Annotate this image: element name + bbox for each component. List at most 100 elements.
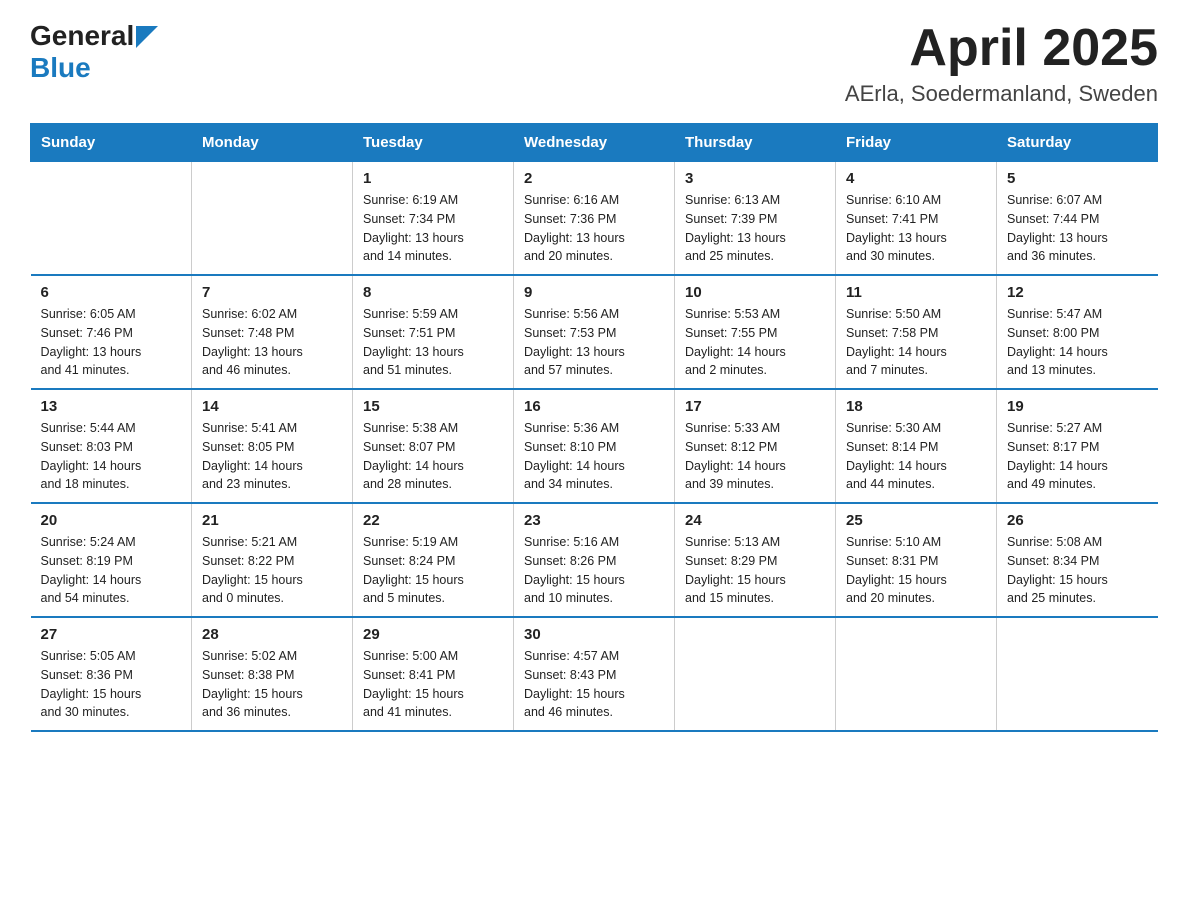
calendar-cell: 5 Sunrise: 6:07 AM Sunset: 7:44 PM Daylig… <box>997 162 1158 276</box>
day-info: Sunrise: 5:56 AM Sunset: 7:53 PM Dayligh… <box>524 305 664 380</box>
day-number: 26 <box>1007 512 1148 529</box>
day-number: 29 <box>363 626 503 643</box>
day-number: 27 <box>41 626 182 643</box>
day-info: Sunrise: 5:02 AM Sunset: 8:38 PM Dayligh… <box>202 647 342 722</box>
day-number: 6 <box>41 284 182 301</box>
title-block: April 2025 AErla, Soedermanland, Sweden <box>845 20 1158 107</box>
calendar-cell: 17 Sunrise: 5:33 AM Sunset: 8:12 PM Dayli… <box>675 389 836 503</box>
day-number: 10 <box>685 284 825 301</box>
calendar-cell <box>192 162 353 276</box>
day-number: 22 <box>363 512 503 529</box>
calendar-header-row: SundayMondayTuesdayWednesdayThursdayFrid… <box>31 124 1158 162</box>
column-header-monday: Monday <box>192 124 353 162</box>
day-number: 16 <box>524 398 664 415</box>
day-info: Sunrise: 5:41 AM Sunset: 8:05 PM Dayligh… <box>202 419 342 494</box>
day-number: 11 <box>846 284 986 301</box>
calendar-table: SundayMondayTuesdayWednesdayThursdayFrid… <box>30 123 1158 732</box>
day-number: 23 <box>524 512 664 529</box>
calendar-cell: 9 Sunrise: 5:56 AM Sunset: 7:53 PM Daylig… <box>514 275 675 389</box>
logo-triangle-icon <box>136 26 158 48</box>
day-info: Sunrise: 5:27 AM Sunset: 8:17 PM Dayligh… <box>1007 419 1148 494</box>
day-info: Sunrise: 5:00 AM Sunset: 8:41 PM Dayligh… <box>363 647 503 722</box>
day-number: 20 <box>41 512 182 529</box>
day-number: 18 <box>846 398 986 415</box>
calendar-cell: 23 Sunrise: 5:16 AM Sunset: 8:26 PM Dayli… <box>514 503 675 617</box>
calendar-cell <box>997 617 1158 731</box>
calendar-week-row: 1Sunrise: 6:19 AM Sunset: 7:34 PM Daylig… <box>31 162 1158 276</box>
calendar-cell <box>836 617 997 731</box>
day-number: 5 <box>1007 170 1148 187</box>
calendar-cell: 19Sunrise: 5:27 AM Sunset: 8:17 PM Dayli… <box>997 389 1158 503</box>
page-header: General Blue April 2025 AErla, Soederman… <box>30 20 1158 107</box>
day-info: Sunrise: 5:05 AM Sunset: 8:36 PM Dayligh… <box>41 647 182 722</box>
day-number: 15 <box>363 398 503 415</box>
calendar-cell: 13Sunrise: 5:44 AM Sunset: 8:03 PM Dayli… <box>31 389 192 503</box>
day-number: 21 <box>202 512 342 529</box>
day-number: 24 <box>685 512 825 529</box>
calendar-week-row: 6 Sunrise: 6:05 AM Sunset: 7:46 PM Daylig… <box>31 275 1158 389</box>
calendar-week-row: 20 Sunrise: 5:24 AM Sunset: 8:19 PM Dayli… <box>31 503 1158 617</box>
day-number: 7 <box>202 284 342 301</box>
calendar-cell: 29 Sunrise: 5:00 AM Sunset: 8:41 PM Dayli… <box>353 617 514 731</box>
calendar-cell: 26 Sunrise: 5:08 AM Sunset: 8:34 PM Dayli… <box>997 503 1158 617</box>
main-title: April 2025 <box>845 20 1158 77</box>
day-info: Sunrise: 6:16 AM Sunset: 7:36 PM Dayligh… <box>524 191 664 266</box>
day-info: Sunrise: 4:57 AM Sunset: 8:43 PM Dayligh… <box>524 647 664 722</box>
calendar-cell: 4 Sunrise: 6:10 AM Sunset: 7:41 PM Daylig… <box>836 162 997 276</box>
subtitle: AErla, Soedermanland, Sweden <box>845 81 1158 107</box>
day-number: 4 <box>846 170 986 187</box>
calendar-cell: 30 Sunrise: 4:57 AM Sunset: 8:43 PM Dayli… <box>514 617 675 731</box>
day-info: Sunrise: 5:33 AM Sunset: 8:12 PM Dayligh… <box>685 419 825 494</box>
calendar-cell <box>675 617 836 731</box>
day-info: Sunrise: 5:13 AM Sunset: 8:29 PM Dayligh… <box>685 533 825 608</box>
logo-general-text: General <box>30 20 134 52</box>
logo: General Blue <box>30 20 158 84</box>
calendar-cell: 24 Sunrise: 5:13 AM Sunset: 8:29 PM Dayli… <box>675 503 836 617</box>
day-info: Sunrise: 5:30 AM Sunset: 8:14 PM Dayligh… <box>846 419 986 494</box>
calendar-cell: 1Sunrise: 6:19 AM Sunset: 7:34 PM Daylig… <box>353 162 514 276</box>
calendar-cell: 22 Sunrise: 5:19 AM Sunset: 8:24 PM Dayli… <box>353 503 514 617</box>
day-number: 30 <box>524 626 664 643</box>
day-number: 2 <box>524 170 664 187</box>
day-number: 17 <box>685 398 825 415</box>
calendar-cell: 25 Sunrise: 5:10 AM Sunset: 8:31 PM Dayli… <box>836 503 997 617</box>
day-number: 8 <box>363 284 503 301</box>
day-info: Sunrise: 5:47 AM Sunset: 8:00 PM Dayligh… <box>1007 305 1148 380</box>
day-info: Sunrise: 5:16 AM Sunset: 8:26 PM Dayligh… <box>524 533 664 608</box>
day-info: Sunrise: 5:08 AM Sunset: 8:34 PM Dayligh… <box>1007 533 1148 608</box>
day-info: Sunrise: 6:02 AM Sunset: 7:48 PM Dayligh… <box>202 305 342 380</box>
calendar-cell: 2 Sunrise: 6:16 AM Sunset: 7:36 PM Daylig… <box>514 162 675 276</box>
day-number: 9 <box>524 284 664 301</box>
calendar-cell: 18 Sunrise: 5:30 AM Sunset: 8:14 PM Dayli… <box>836 389 997 503</box>
calendar-cell: 20 Sunrise: 5:24 AM Sunset: 8:19 PM Dayli… <box>31 503 192 617</box>
column-header-thursday: Thursday <box>675 124 836 162</box>
calendar-cell: 21 Sunrise: 5:21 AM Sunset: 8:22 PM Dayli… <box>192 503 353 617</box>
calendar-cell: 11 Sunrise: 5:50 AM Sunset: 7:58 PM Dayli… <box>836 275 997 389</box>
column-header-friday: Friday <box>836 124 997 162</box>
day-info: Sunrise: 5:44 AM Sunset: 8:03 PM Dayligh… <box>41 419 182 494</box>
calendar-cell: 7 Sunrise: 6:02 AM Sunset: 7:48 PM Daylig… <box>192 275 353 389</box>
day-info: Sunrise: 6:13 AM Sunset: 7:39 PM Dayligh… <box>685 191 825 266</box>
column-header-wednesday: Wednesday <box>514 124 675 162</box>
day-number: 25 <box>846 512 986 529</box>
column-header-tuesday: Tuesday <box>353 124 514 162</box>
calendar-cell: 6 Sunrise: 6:05 AM Sunset: 7:46 PM Daylig… <box>31 275 192 389</box>
day-info: Sunrise: 5:59 AM Sunset: 7:51 PM Dayligh… <box>363 305 503 380</box>
day-info: Sunrise: 5:50 AM Sunset: 7:58 PM Dayligh… <box>846 305 986 380</box>
calendar-cell: 27 Sunrise: 5:05 AM Sunset: 8:36 PM Dayli… <box>31 617 192 731</box>
day-info: Sunrise: 5:10 AM Sunset: 8:31 PM Dayligh… <box>846 533 986 608</box>
calendar-cell <box>31 162 192 276</box>
day-info: Sunrise: 6:10 AM Sunset: 7:41 PM Dayligh… <box>846 191 986 266</box>
day-info: Sunrise: 6:05 AM Sunset: 7:46 PM Dayligh… <box>41 305 182 380</box>
calendar-week-row: 13Sunrise: 5:44 AM Sunset: 8:03 PM Dayli… <box>31 389 1158 503</box>
calendar-cell: 12Sunrise: 5:47 AM Sunset: 8:00 PM Dayli… <box>997 275 1158 389</box>
day-info: Sunrise: 5:19 AM Sunset: 8:24 PM Dayligh… <box>363 533 503 608</box>
day-info: Sunrise: 5:21 AM Sunset: 8:22 PM Dayligh… <box>202 533 342 608</box>
day-info: Sunrise: 6:07 AM Sunset: 7:44 PM Dayligh… <box>1007 191 1148 266</box>
day-number: 3 <box>685 170 825 187</box>
column-header-saturday: Saturday <box>997 124 1158 162</box>
calendar-week-row: 27 Sunrise: 5:05 AM Sunset: 8:36 PM Dayli… <box>31 617 1158 731</box>
day-number: 1 <box>363 170 503 187</box>
calendar-cell: 3 Sunrise: 6:13 AM Sunset: 7:39 PM Daylig… <box>675 162 836 276</box>
day-info: Sunrise: 5:24 AM Sunset: 8:19 PM Dayligh… <box>41 533 182 608</box>
